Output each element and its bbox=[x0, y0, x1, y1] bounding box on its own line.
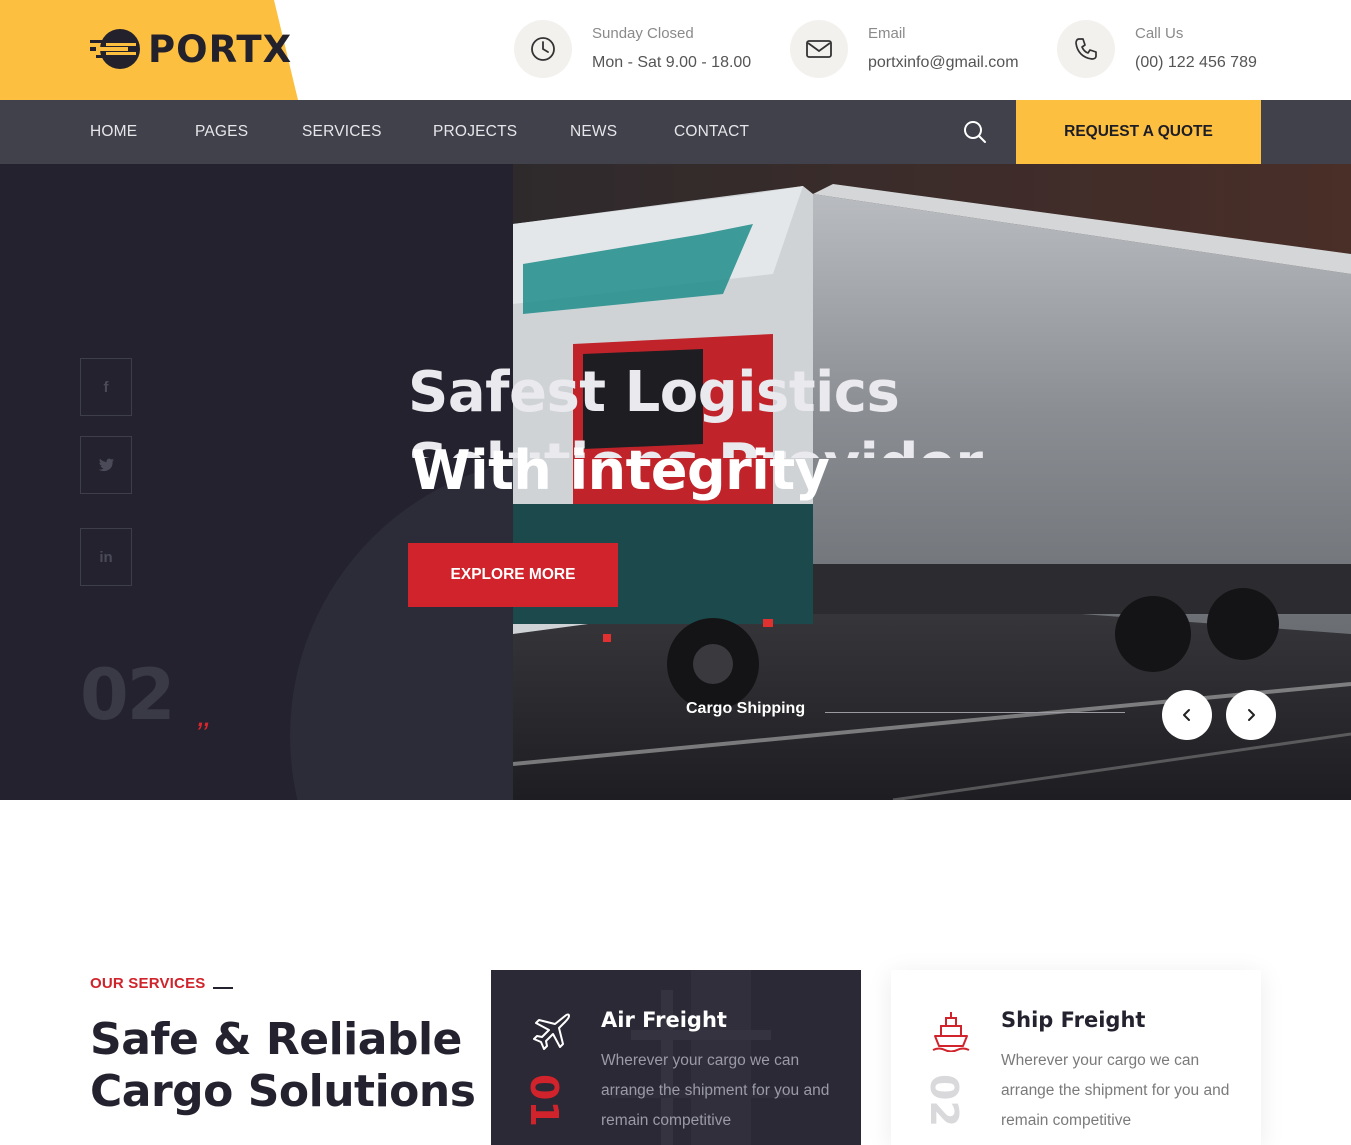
hours-value: Mon - Sat 9.00 - 18.00 bbox=[592, 54, 752, 71]
nav-item-news[interactable]: NEWS bbox=[570, 100, 617, 164]
service-title: Air Freight bbox=[601, 1008, 727, 1032]
top-header: PORTX Sunday Closed Mon - Sat 9.00 - 18.… bbox=[0, 0, 1351, 100]
clock-icon bbox=[514, 20, 572, 78]
ship-icon bbox=[929, 1008, 973, 1053]
services-heading-line2: Cargo Solutions bbox=[90, 1066, 476, 1117]
twitter-icon[interactable] bbox=[80, 436, 132, 494]
brand-logo[interactable]: PORTX bbox=[90, 26, 292, 72]
hero-title-line1: Safest Logistics bbox=[408, 360, 900, 425]
hours-info: Sunday Closed Mon - Sat 9.00 - 18.00 bbox=[514, 20, 751, 78]
service-title: Ship Freight bbox=[1001, 1008, 1146, 1032]
nav-item-pages[interactable]: PAGES bbox=[195, 100, 248, 164]
services-tag-dash bbox=[213, 987, 233, 989]
email-label: Email bbox=[868, 25, 906, 42]
service-card-air-freight[interactable]: Air Freight Wherever your cargo we can a… bbox=[491, 970, 861, 1145]
phone-link[interactable]: (00) 122 456 789 bbox=[1135, 54, 1257, 71]
email-info: Email portxinfo@gmail.com bbox=[790, 20, 1019, 78]
slide-number-mark: ,, bbox=[198, 706, 211, 731]
service-card-ship-freight[interactable]: Ship Freight Wherever your cargo we can … bbox=[891, 970, 1261, 1145]
service-description: Wherever your cargo we can arrange the s… bbox=[601, 1052, 830, 1129]
linkedin-icon[interactable]: in bbox=[80, 528, 132, 586]
services-heading-line1: Safe & Reliable bbox=[90, 1014, 462, 1065]
hero-title-line3: With integrity bbox=[411, 439, 830, 502]
email-link[interactable]: portxinfo@gmail.com bbox=[868, 54, 1019, 71]
nav-item-projects[interactable]: PROJECTS bbox=[433, 100, 517, 164]
nav-item-contact[interactable]: CONTACT bbox=[674, 100, 749, 164]
airplane-icon bbox=[529, 1008, 573, 1052]
request-quote-button[interactable]: REQUEST A QUOTE bbox=[1016, 100, 1261, 164]
nav-item-services[interactable]: SERVICES bbox=[302, 100, 382, 164]
chevron-left-icon bbox=[1183, 709, 1190, 721]
logo-mark-icon bbox=[90, 26, 142, 72]
prev-slide-button[interactable] bbox=[1162, 690, 1212, 740]
hero-slider: f in 02 ,, Safest Logistics Solutions Pr… bbox=[0, 164, 1351, 800]
phone-info: Call Us (00) 122 456 789 bbox=[1057, 20, 1257, 78]
brand-name: PORTX bbox=[148, 27, 293, 71]
chevron-right-icon bbox=[1248, 709, 1255, 721]
hours-label: Sunday Closed bbox=[592, 25, 694, 42]
slide-progress-line bbox=[825, 712, 1125, 713]
service-number: 01 bbox=[522, 1074, 566, 1127]
services-tag: OUR SERVICES bbox=[90, 975, 206, 992]
nav-item-home[interactable]: HOME bbox=[90, 100, 137, 164]
slide-number: 02 bbox=[80, 654, 175, 736]
explore-more-button[interactable]: EXPLORE MORE bbox=[408, 543, 618, 607]
service-description: Wherever your cargo we can arrange the s… bbox=[1001, 1052, 1230, 1129]
envelope-icon bbox=[790, 20, 848, 78]
phone-icon bbox=[1057, 20, 1115, 78]
phone-label: Call Us bbox=[1135, 25, 1184, 42]
slide-caption: Cargo Shipping bbox=[686, 700, 806, 717]
logo-area: PORTX bbox=[0, 0, 298, 100]
services-heading: Safe & Reliable Cargo Solutions bbox=[90, 1014, 476, 1118]
facebook-icon[interactable]: f bbox=[80, 358, 132, 416]
search-icon[interactable] bbox=[961, 118, 989, 146]
service-number: 02 bbox=[922, 1074, 966, 1127]
next-slide-button[interactable] bbox=[1226, 690, 1276, 740]
